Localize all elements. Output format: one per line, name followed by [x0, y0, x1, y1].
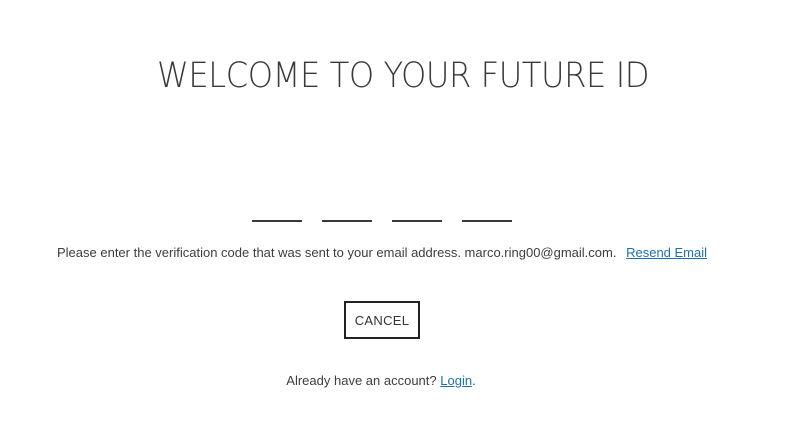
code-digit-3-input[interactable]	[392, 196, 442, 222]
verification-instructions: Please enter the verification code that …	[57, 244, 707, 262]
resend-email-link[interactable]: Resend Email	[626, 245, 707, 260]
verification-code-inputs	[0, 196, 802, 222]
code-digit-2-input[interactable]	[322, 196, 372, 222]
code-digit-1-input[interactable]	[252, 196, 302, 222]
account-line-period: .	[472, 373, 476, 388]
code-digit-4-input[interactable]	[462, 196, 512, 222]
account-line: Already have an account? Login.	[0, 372, 762, 390]
page-title: WELCOME TO YOUR FUTURE ID	[157, 56, 650, 96]
login-link[interactable]: Login	[440, 373, 472, 388]
verification-message: Please enter the verification code that …	[57, 245, 617, 260]
cancel-button[interactable]: CANCEL	[344, 301, 420, 339]
account-prompt: Already have an account?	[286, 373, 437, 388]
